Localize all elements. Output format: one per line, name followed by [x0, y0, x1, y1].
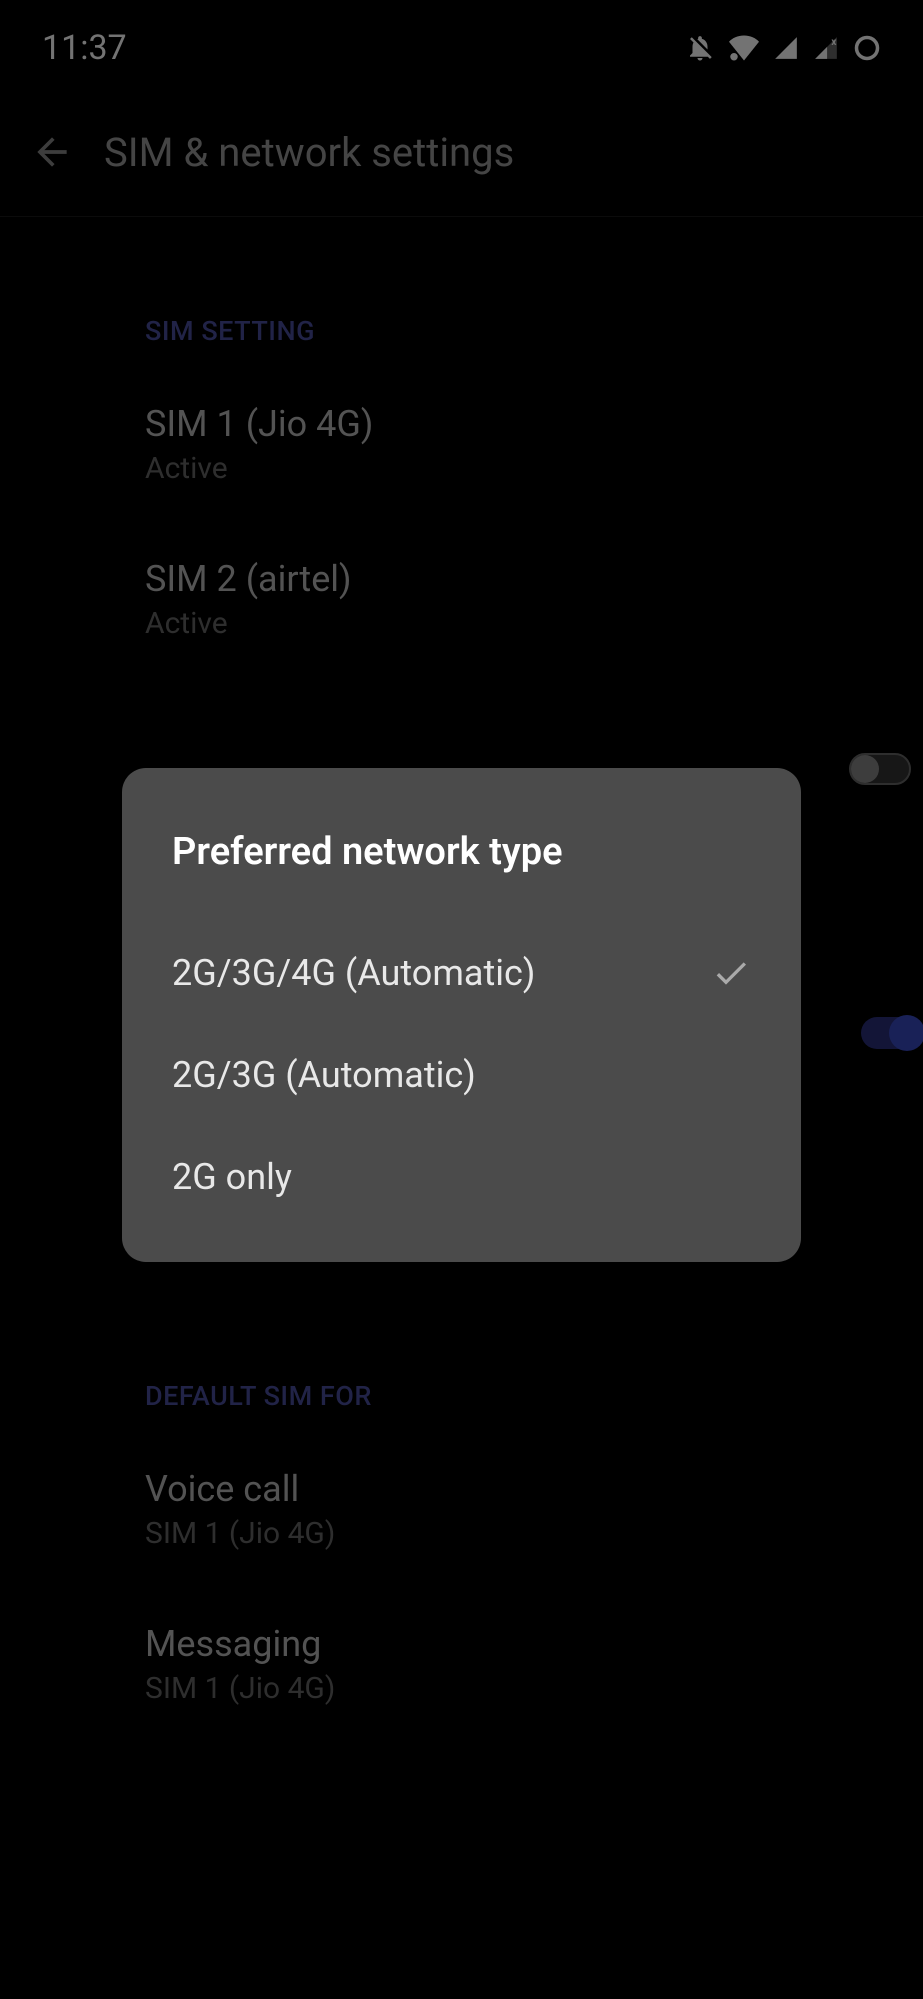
option-2g-3g[interactable]: 2G/3G (Automatic) [122, 1024, 801, 1126]
option-label: 2G/3G (Automatic) [172, 1054, 476, 1096]
option-label: 2G only [172, 1156, 292, 1198]
option-label: 2G/3G/4G (Automatic) [172, 952, 535, 994]
network-type-dialog: Preferred network type 2G/3G/4G (Automat… [122, 768, 801, 1262]
option-2g-only[interactable]: 2G only [122, 1126, 801, 1228]
option-2g-3g-4g[interactable]: 2G/3G/4G (Automatic) [122, 922, 801, 1024]
checkmark-icon [711, 953, 751, 993]
dialog-title: Preferred network type [122, 812, 801, 922]
